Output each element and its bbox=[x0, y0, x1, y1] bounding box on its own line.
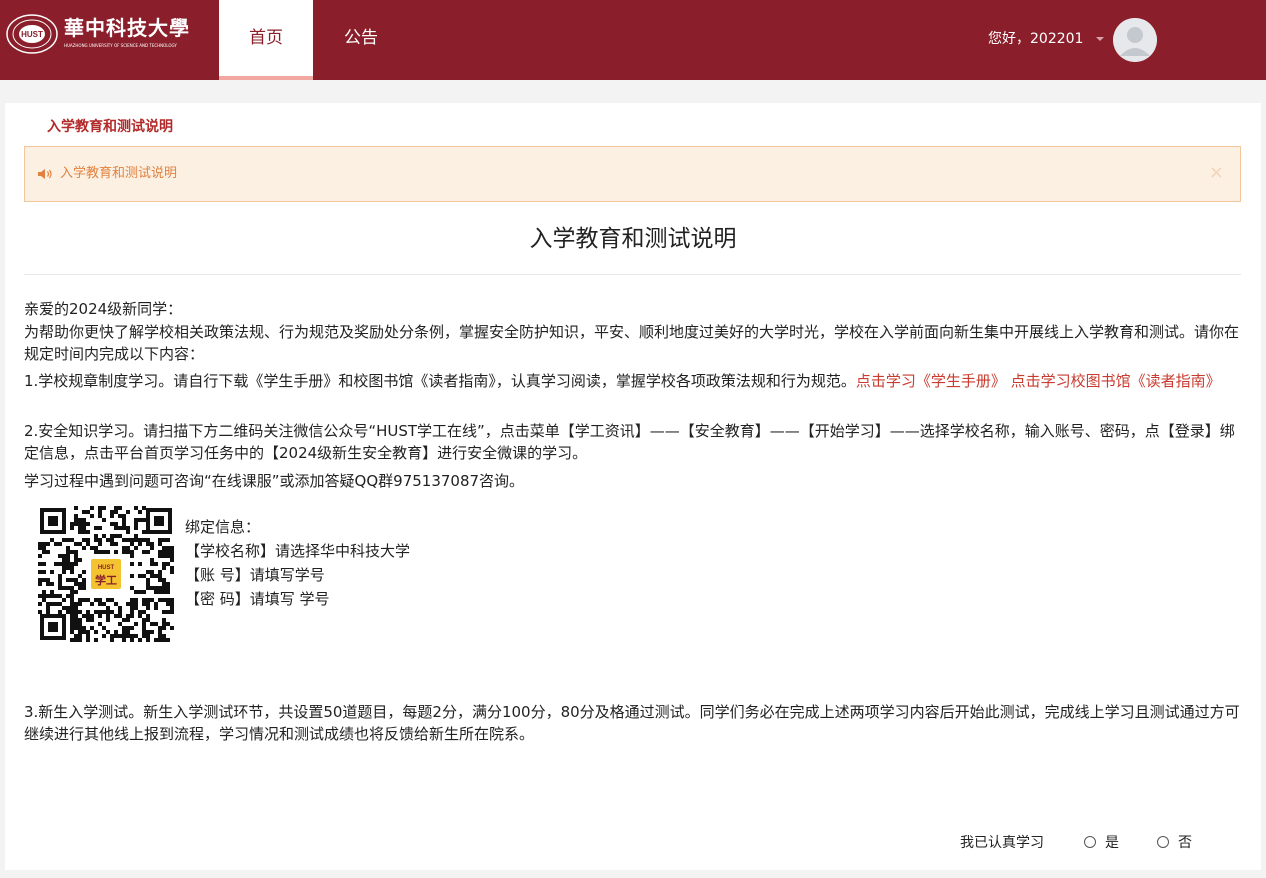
item3-paragraph: 3.新生入学测试。新生入学测试环节，共设置50道题目，每题2分，满分100分，8… bbox=[24, 703, 1240, 743]
section-title: 入学教育和测试说明 bbox=[47, 119, 173, 135]
radio-no-label[interactable]: 否 bbox=[1178, 835, 1192, 851]
content-card: 入学教育和测试说明 入学教育和测试说明 × 入学教育和测试说明 亲爱的2024级… bbox=[5, 103, 1261, 870]
alert-text: 入学教育和测试说明 bbox=[60, 166, 178, 181]
greeting-text: 亲爱的2024级新同学： bbox=[24, 300, 183, 318]
binding-info-password: 【密 码】请填写 学号 bbox=[185, 590, 330, 608]
nav-tab-home[interactable]: 首页 bbox=[219, 0, 313, 80]
student-handbook-link[interactable]: 点击学习《学生手册》 bbox=[856, 372, 1006, 390]
user-menu-caret-icon[interactable] bbox=[1096, 37, 1104, 41]
university-name: 華中科技大學 bbox=[64, 16, 190, 40]
item1-text: 1.学校规章制度学习。请自行下载《学生手册》和校图书馆《读者指南》，认真学习阅读… bbox=[24, 372, 856, 390]
intro-paragraph: 为帮助你更快了解学校相关政策法规、行为规范及奖励处分条例，掌握安全防护知识，平安… bbox=[24, 323, 1240, 363]
binding-info-school: 【学校名称】请选择华中科技大学 bbox=[185, 542, 411, 560]
library-guide-link[interactable]: 点击学习校图书馆《读者指南》 bbox=[1011, 372, 1221, 390]
binding-info-heading: 绑定信息： bbox=[185, 518, 261, 536]
avatar-person-icon bbox=[1113, 18, 1157, 62]
close-icon[interactable]: × bbox=[1209, 162, 1224, 184]
title-divider bbox=[24, 274, 1241, 275]
speaker-icon bbox=[38, 169, 52, 179]
notice-alert: 入学教育和测试说明 × bbox=[24, 146, 1241, 202]
university-logo[interactable]: HUST 華中科技大學 HUAZHONG UNIVERSITY OF SCIEN… bbox=[6, 14, 212, 54]
item2-paragraph: 2.安全知识学习。请扫描下方二维码关注微信公众号“HUST学工在线”，点击菜单【… bbox=[24, 422, 1235, 462]
user-greeting[interactable]: 您好，202201 bbox=[988, 28, 1083, 50]
wechat-qr-code: HUST 学工 bbox=[38, 506, 174, 642]
binding-info-account: 【账 号】请填写学号 bbox=[185, 566, 325, 584]
radio-no[interactable]: 否 bbox=[1157, 831, 1192, 855]
help-paragraph: 学习过程中遇到问题可咨询“在线课服”或添加答疑QQ群975137087咨询。 bbox=[24, 472, 525, 490]
item1-paragraph: 1.学校规章制度学习。请自行下载《学生手册》和校图书馆《读者指南》，认真学习阅读… bbox=[24, 370, 1246, 392]
top-header: HUST 華中科技大學 HUAZHONG UNIVERSITY OF SCIEN… bbox=[0, 0, 1266, 80]
user-avatar[interactable] bbox=[1113, 18, 1157, 62]
qr-badge-bottom: 学工 bbox=[95, 573, 117, 587]
university-seal-icon: HUST bbox=[6, 14, 58, 54]
radio-yes-label[interactable]: 是 bbox=[1105, 835, 1119, 851]
binding-info: 绑定信息： 【学校名称】请选择华中科技大学 【账 号】请填写学号 【密 码】请填… bbox=[185, 515, 410, 611]
nav-tab-notice[interactable]: 公告 bbox=[314, 0, 408, 80]
radio-circle-icon[interactable] bbox=[1157, 836, 1169, 848]
document-title: 入学教育和测试说明 bbox=[529, 226, 737, 252]
svg-text:HUST: HUST bbox=[21, 30, 43, 39]
radio-circle-icon[interactable] bbox=[1084, 836, 1096, 848]
qr-badge-top: HUST bbox=[98, 565, 115, 571]
confirm-label: 我已认真学习 bbox=[960, 835, 1044, 851]
radio-yes[interactable]: 是 bbox=[1084, 831, 1119, 855]
university-name-en: HUAZHONG UNIVERSITY OF SCIENCE AND TECHN… bbox=[64, 43, 177, 48]
